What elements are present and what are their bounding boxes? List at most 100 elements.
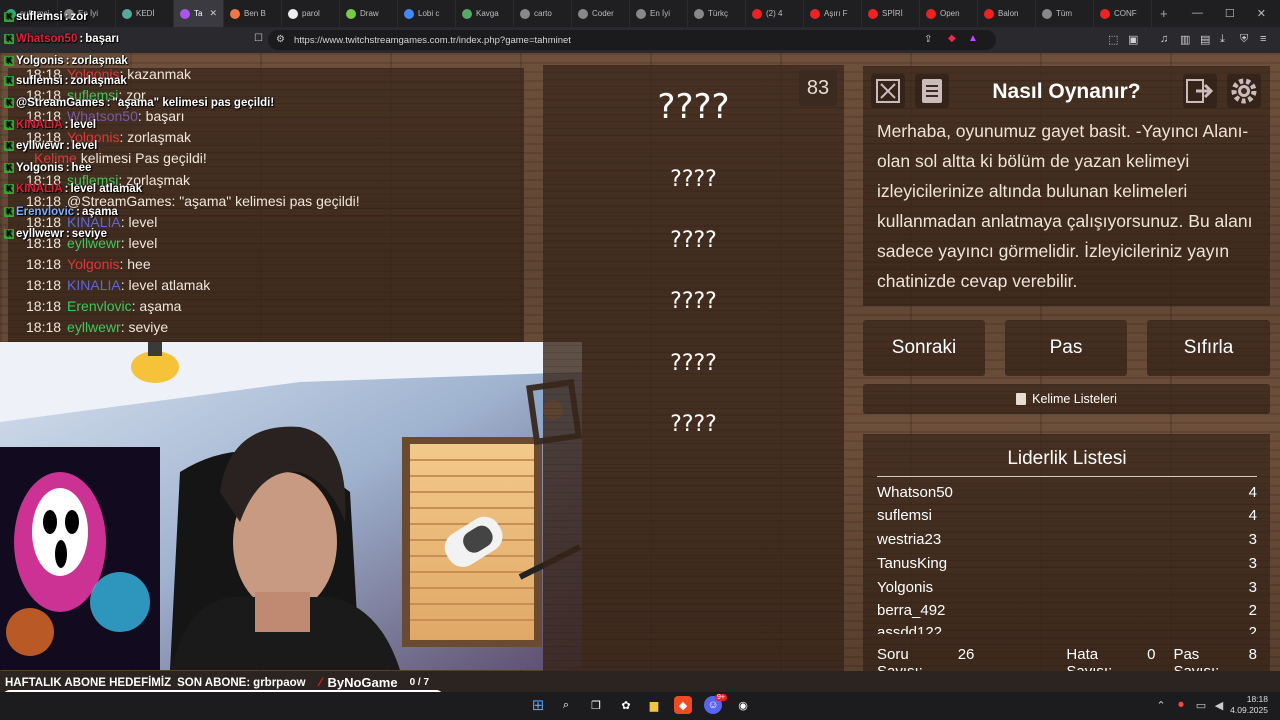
tab-favicon-icon [636, 8, 646, 19]
leaderboard-row: Whatson50 4 [877, 484, 1257, 501]
file-explorer-icon[interactable]: ▆ [645, 696, 663, 714]
wallet-icon[interactable]: ▤ [1200, 33, 1210, 46]
browser-tab[interactable]: Coder [572, 0, 630, 27]
search-icon[interactable]: ⌕ [557, 696, 575, 714]
browser-tab[interactable]: CONF [1094, 0, 1152, 27]
browser-tab[interactable]: Open [920, 0, 978, 27]
monitor-icon[interactable]: ▭ [1192, 696, 1210, 714]
share-icon[interactable]: ⇪ [924, 34, 932, 45]
browser-tab[interactable]: parol [282, 0, 340, 27]
player-name: assdd122 [877, 624, 943, 634]
chat-text: zorlaşmak [127, 129, 192, 145]
kick-badge-icon: K [4, 56, 14, 66]
browser-tab[interactable]: Draw [340, 0, 398, 27]
chat-separator: : [120, 235, 129, 251]
media-icon[interactable]: ♫ [1160, 33, 1168, 45]
kick-badge-icon: K [4, 76, 14, 86]
close-window-button[interactable]: ✕ [1257, 7, 1266, 20]
system-clock[interactable]: 18:18 4.09.2025 [1230, 694, 1268, 716]
overlay-separator: : [64, 183, 69, 195]
passes-count: 8 [1248, 646, 1258, 663]
brave-shield-icon[interactable]: ◆ [948, 33, 956, 44]
reset-button[interactable]: Sıfırla [1147, 320, 1270, 376]
browser-tab[interactable]: (2) 4 [746, 0, 804, 27]
browser-tab[interactable]: Tüm [1036, 0, 1094, 27]
start-icon[interactable]: ⊞ [529, 696, 547, 714]
settings-button[interactable] [1227, 74, 1261, 108]
exit-button[interactable] [1183, 74, 1217, 108]
chat-separator: : [120, 214, 129, 230]
tray-overflow-icon[interactable]: ⌃ [1152, 696, 1170, 714]
overlay-username: KINALIA [16, 183, 63, 195]
screenshot-icon[interactable]: ▣ [1128, 33, 1138, 46]
word-lists-button[interactable]: Kelime Listeleri [863, 384, 1270, 414]
browser-tab[interactable]: Ben B [224, 0, 282, 27]
menu-icon[interactable]: ≡ [1260, 33, 1266, 45]
browser-tab[interactable]: Türkç [688, 0, 746, 27]
tab-favicon-icon [1042, 8, 1052, 19]
download-icon[interactable]: ⤓ [1220, 33, 1225, 46]
chatgpt-icon[interactable]: ✿ [617, 696, 635, 714]
bookmark-icon[interactable]: ☐ [254, 33, 263, 44]
extensions-icon[interactable]: ⬚ [1108, 33, 1118, 46]
player-score: 3 [1248, 579, 1257, 596]
browser-tab[interactable]: En İyi [630, 0, 688, 27]
overlay-separator: : [64, 11, 69, 23]
tab-label: Tüm [1056, 9, 1072, 18]
last-sub-name: grbrpaow [253, 676, 306, 689]
site-info-icon[interactable]: ⚙ [276, 34, 285, 45]
browser-tab[interactable]: carto [514, 0, 572, 27]
close-tab-icon[interactable]: ✕ [209, 8, 217, 19]
windows-taskbar [0, 692, 1280, 720]
last-sub-label: SON ABONE: [177, 676, 251, 689]
new-tab-button[interactable]: + [1160, 6, 1168, 21]
overlay-username: Erenvlovic [16, 206, 75, 218]
task-view-icon[interactable]: ❐ [587, 696, 605, 714]
address-bar[interactable]: ⚙ https://www.twitchstreamgames.com.tr/i… [268, 30, 996, 50]
tab-label: Lobi c [418, 9, 440, 18]
obs-icon[interactable]: ◉ [734, 696, 752, 714]
sidebar-icon[interactable]: ▥ [1180, 33, 1190, 46]
microphone-icon[interactable]: ⏺ [1172, 696, 1190, 714]
maximize-button[interactable]: ☐ [1225, 7, 1235, 20]
errors-count: 0 [1147, 646, 1156, 663]
leaderboard-title: Liderlik Listesi [877, 448, 1257, 477]
forbidden-word-2: ???? [670, 228, 717, 253]
gear-icon [1231, 78, 1257, 104]
browser-tab[interactable]: KEDİ [116, 0, 174, 27]
webcam-scene [0, 342, 582, 670]
overlay-message: K KINALIA : level atlamak [4, 182, 142, 196]
vpn-icon[interactable]: ⛨ [1240, 33, 1248, 46]
leaderboard-row: berra_492 2 [877, 602, 1257, 619]
overlay-message: K Yolgonis : zorlaşmak [4, 54, 128, 68]
browser-tab[interactable]: Ta ✕ [174, 0, 224, 27]
volume-icon[interactable]: ◀ [1210, 696, 1228, 714]
overlay-message: Keyllwewr : level [4, 139, 97, 153]
browser-tab[interactable]: Kavga [456, 0, 514, 27]
word-lists-label: Kelime Listeleri [1032, 392, 1117, 406]
browser-tab[interactable]: SPİRİ [862, 0, 920, 27]
tab-label: Kavga [476, 9, 499, 18]
notebook-icon [1016, 393, 1027, 405]
minimize-button[interactable]: — [1192, 7, 1203, 20]
overlay-username: Yolgonis [16, 55, 64, 67]
overlay-message: Ksuflemsi : zorlaşmak [4, 74, 127, 88]
overlay-text: level [70, 119, 97, 131]
chat-text: level [128, 235, 158, 251]
overlay-message: K Whatson50 : başarı [4, 32, 119, 46]
pass-button[interactable]: Pas [1005, 320, 1127, 376]
chat-text: kazanmak [127, 66, 192, 82]
overlay-username: @StreamGames [16, 97, 105, 109]
browser-tab[interactable]: Lobi c [398, 0, 456, 27]
browser-tab[interactable]: Balon [978, 0, 1036, 27]
forbidden-word-1: ???? [670, 167, 717, 192]
rewards-icon[interactable]: ▲ [968, 33, 978, 44]
leaderboard-row: westria23 3 [877, 531, 1257, 548]
browser-tab[interactable]: Aşırı F [804, 0, 862, 27]
brave-browser-icon[interactable]: ◆ [674, 696, 692, 714]
next-button[interactable]: Sonraki [863, 320, 985, 376]
overlay-username: eyllwewr [16, 140, 64, 152]
overlay-separator: : [79, 33, 84, 45]
player-name: TanusKing [877, 555, 948, 572]
tab-favicon-icon [578, 8, 588, 19]
